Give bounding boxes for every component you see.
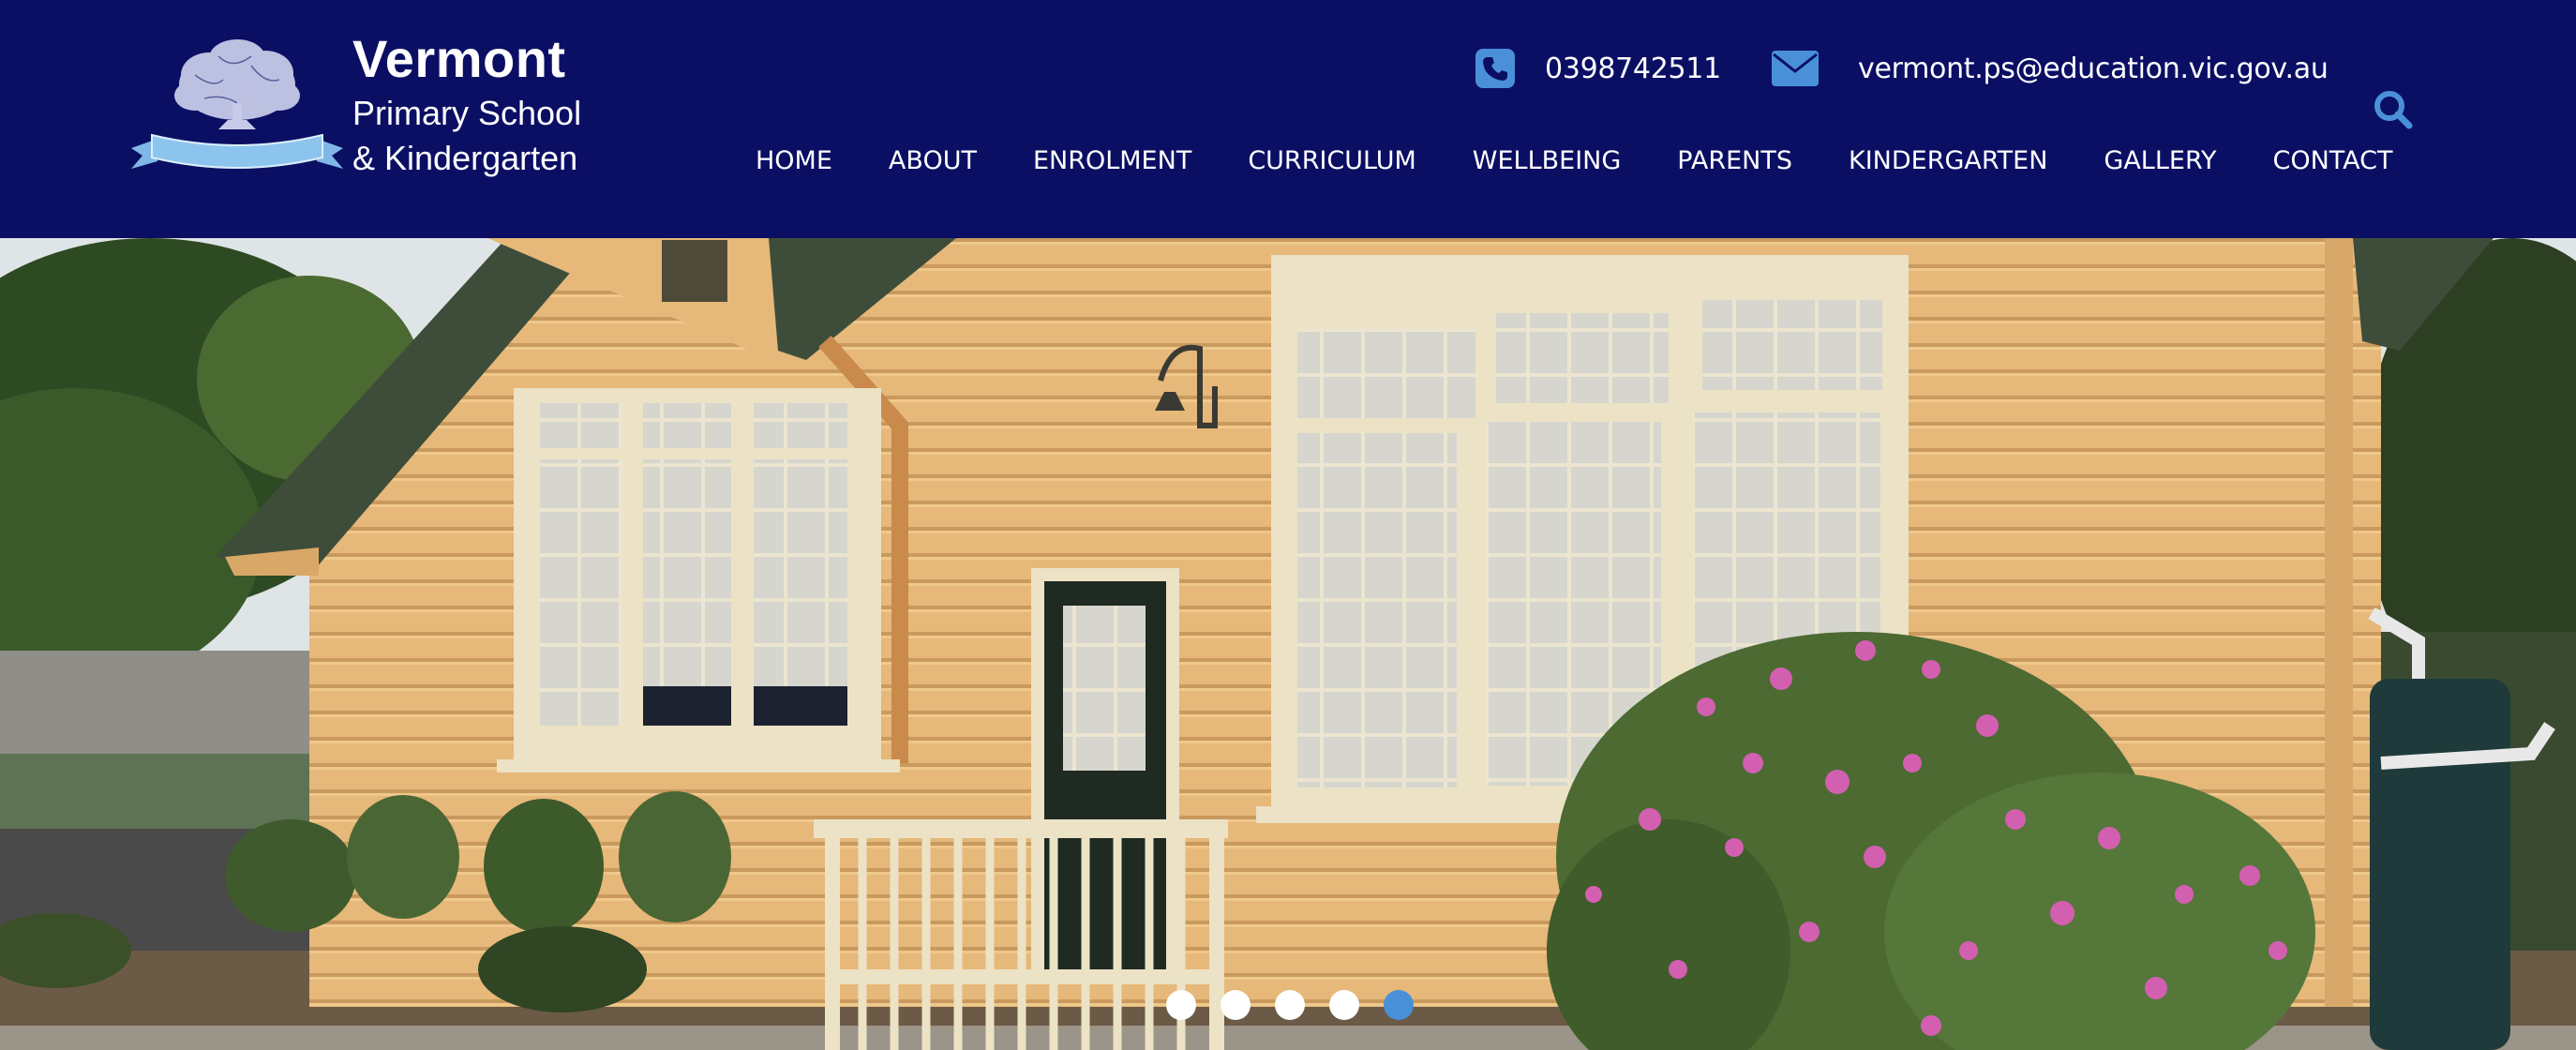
email-address: vermont.ps@education.vic.gov.au	[1858, 52, 2329, 85]
nav-parents[interactable]: PARENTS	[1677, 142, 1792, 180]
slider-dots	[1166, 990, 1414, 1020]
slider-dot-5[interactable]	[1384, 990, 1414, 1020]
main-nav: HOME ABOUT ENROLMENT CURRICULUM WELLBEIN…	[756, 142, 2393, 180]
school-subtitle-2: & Kindergarten	[352, 139, 578, 177]
search-icon	[2374, 91, 2413, 129]
nav-wellbeing[interactable]: WELLBEING	[1473, 142, 1622, 180]
contact-bar: 0398742511 vermont.ps@education.vic.gov.…	[0, 45, 2576, 129]
phone-link[interactable]: 0398742511	[1475, 45, 1721, 92]
phone-number: 0398742511	[1545, 52, 1721, 85]
nav-curriculum[interactable]: CURRICULUM	[1248, 142, 1415, 180]
slider-dot-3[interactable]	[1275, 990, 1305, 1020]
slider-dot-4[interactable]	[1329, 990, 1359, 1020]
school-subtitle: Primary School	[352, 94, 582, 132]
nav-gallery[interactable]: GALLERY	[2104, 142, 2216, 180]
nav-contact[interactable]: CONTACT	[2272, 142, 2392, 180]
slider-dot-1[interactable]	[1166, 990, 1196, 1020]
nav-kindergarten[interactable]: KINDERGARTEN	[1849, 142, 2047, 180]
envelope-icon	[1772, 51, 1819, 86]
nav-enrolment[interactable]: ENROLMENT	[1033, 142, 1191, 180]
search-button[interactable]	[2372, 88, 2415, 131]
slider-dot-2[interactable]	[1221, 990, 1251, 1020]
site-header: Vermont Primary School & Kindergarten 03…	[0, 0, 2576, 238]
nav-about[interactable]: ABOUT	[889, 142, 977, 180]
hero-slider[interactable]	[0, 238, 2576, 1050]
hero-image	[0, 238, 2576, 1050]
email-link[interactable]: vermont.ps@education.vic.gov.au	[1772, 45, 2329, 92]
nav-home[interactable]: HOME	[756, 142, 832, 180]
phone-square-icon	[1475, 49, 1515, 88]
